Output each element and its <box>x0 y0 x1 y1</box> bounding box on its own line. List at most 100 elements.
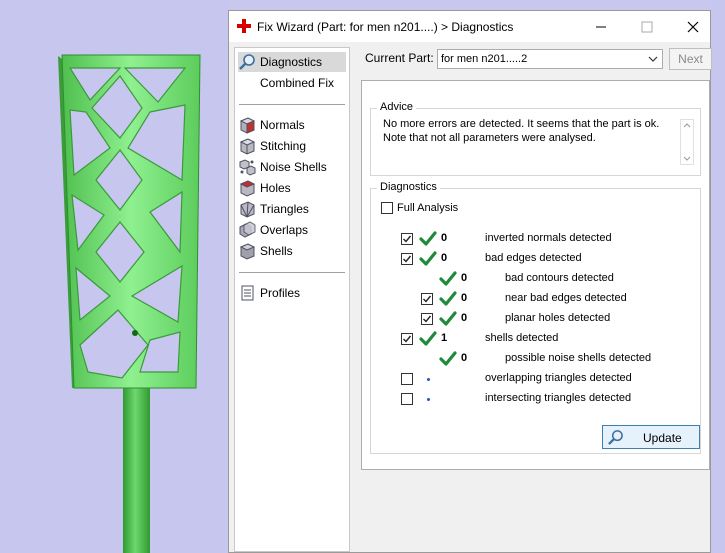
status-ok-icon <box>419 331 437 346</box>
wizard-client: Diagnostics Combined Fix Normals Stitchi… <box>229 42 712 552</box>
nav-label: Shells <box>260 244 293 258</box>
diagnostic-label: planar holes detected <box>505 312 611 324</box>
fix-wizard-window: Fix Wizard (Part: for men n201....) > Di… <box>228 10 712 553</box>
status-ok-icon <box>439 291 457 306</box>
diagnostic-checkbox[interactable] <box>421 293 433 305</box>
diagnostic-count: 1 <box>441 332 448 344</box>
status-ok-icon <box>439 311 457 326</box>
current-part-dropdown[interactable]: for men n201.....2 <box>437 49 663 69</box>
nav-label: Holes <box>260 181 291 195</box>
next-button-label: Next <box>678 52 703 66</box>
current-part-label: Current Part: <box>365 51 434 65</box>
diagnostic-label: near bad edges detected <box>505 292 627 304</box>
magnifier-icon <box>608 430 623 445</box>
diagnostic-label: possible noise shells detected <box>505 352 652 364</box>
noise-shells-icon <box>239 159 256 176</box>
nav-label: Stitching <box>260 139 307 153</box>
diagnostic-count: 0 <box>461 312 468 324</box>
status-pending-icon <box>427 398 430 401</box>
advice-title: Advice <box>377 101 417 113</box>
advice-line-2: Note that not all parameters were analys… <box>383 132 596 144</box>
triangles-icon <box>240 201 255 218</box>
diagnostic-label: bad edges detected <box>485 252 582 264</box>
diagnostic-label: bad contours detected <box>505 272 614 284</box>
profiles-icon <box>241 285 254 301</box>
diagnostic-checkbox[interactable] <box>401 333 413 345</box>
scroll-arrows-icon <box>683 123 691 161</box>
diagnostic-count: 0 <box>461 272 468 284</box>
full-analysis-checkbox[interactable] <box>381 202 393 214</box>
diagnostics-title: Diagnostics <box>377 181 440 193</box>
diagnostic-label: intersecting triangles detected <box>485 392 632 404</box>
status-ok-icon <box>419 251 437 266</box>
diagnostic-checkbox[interactable] <box>401 233 413 245</box>
nav-label: Normals <box>260 118 305 132</box>
diagnostic-label: inverted normals detected <box>485 232 612 244</box>
stitching-icon <box>239 138 256 155</box>
status-ok-icon <box>419 231 437 246</box>
advice-text: No more errors are detected. It seems th… <box>383 117 673 145</box>
diagnostic-count: 0 <box>441 252 448 264</box>
overlaps-icon <box>239 221 256 238</box>
nav-label: Noise Shells <box>260 160 327 174</box>
close-icon <box>687 21 699 32</box>
window-title: Fix Wizard (Part: for men n201....) > Di… <box>257 20 514 34</box>
nav-item-combined-fix[interactable]: Combined Fix <box>238 73 346 93</box>
minimize-button[interactable] <box>578 11 624 42</box>
shells-icon <box>239 243 256 260</box>
viewport-edge <box>711 0 725 553</box>
advice-group: Advice No more errors are detected. It s… <box>370 101 701 176</box>
checkmark-icon <box>403 335 412 343</box>
checkmark-icon <box>423 315 432 323</box>
wizard-nav: Diagnostics Combined Fix Normals Stitchi… <box>234 47 350 552</box>
checkmark-icon <box>423 295 432 303</box>
app-icon <box>237 19 251 33</box>
chevron-down-icon <box>648 56 658 62</box>
advice-line-1: No more errors are detected. It seems th… <box>383 118 660 130</box>
title-bar[interactable]: Fix Wizard (Part: for men n201....) > Di… <box>229 11 710 42</box>
nav-label: Diagnostics <box>260 55 323 69</box>
nav-label: Combined Fix <box>260 76 335 90</box>
maximize-icon <box>641 21 653 32</box>
normals-icon <box>239 117 256 134</box>
close-button[interactable] <box>670 11 716 42</box>
nav-divider <box>239 104 345 105</box>
holes-icon <box>239 180 256 197</box>
diagnostic-count: 0 <box>461 292 468 304</box>
diagnostics-panel: Advice No more errors are detected. It s… <box>361 80 710 470</box>
checkmark-icon <box>403 255 412 263</box>
nav-item-triangles[interactable]: Triangles <box>238 199 346 219</box>
status-ok-icon <box>439 271 457 286</box>
nav-label: Profiles <box>260 286 301 300</box>
nav-item-diagnostics[interactable]: Diagnostics <box>238 52 346 72</box>
nav-item-holes[interactable]: Holes <box>238 178 346 198</box>
diagnostic-checkbox[interactable] <box>421 313 433 325</box>
update-button[interactable]: Update <box>602 425 700 449</box>
maximize-button[interactable] <box>624 11 670 42</box>
advice-scrollbar[interactable] <box>680 119 694 165</box>
magnifier-icon <box>239 54 255 70</box>
status-pending-icon <box>427 378 430 381</box>
diagnostic-checkbox[interactable] <box>401 373 413 385</box>
diagnostic-checkbox[interactable] <box>401 393 413 405</box>
nav-label: Triangles <box>260 202 309 216</box>
nav-item-shells[interactable]: Shells <box>238 241 346 261</box>
next-button[interactable]: Next <box>669 48 712 70</box>
diagnostic-checkbox[interactable] <box>401 253 413 265</box>
nav-item-profiles[interactable]: Profiles <box>238 283 346 303</box>
3d-viewport[interactable] <box>0 0 228 553</box>
nav-item-normals[interactable]: Normals <box>238 115 346 135</box>
diagnostic-label: shells detected <box>485 332 559 344</box>
checkmark-icon <box>403 235 412 243</box>
diagnostic-count: 0 <box>461 352 468 364</box>
nav-item-overlaps[interactable]: Overlaps <box>238 220 346 240</box>
diagnostic-count: 0 <box>441 232 448 244</box>
diagnostics-group: Diagnostics Full Analysis 0 inverted norm… <box>370 181 701 454</box>
full-analysis-label: Full Analysis <box>397 202 459 214</box>
nav-label: Overlaps <box>260 223 309 237</box>
status-ok-icon <box>439 351 457 366</box>
part-model <box>58 54 201 553</box>
diagnostic-label: overlapping triangles detected <box>485 372 632 384</box>
nav-item-noise-shells[interactable]: Noise Shells <box>238 157 346 177</box>
nav-item-stitching[interactable]: Stitching <box>238 136 346 156</box>
